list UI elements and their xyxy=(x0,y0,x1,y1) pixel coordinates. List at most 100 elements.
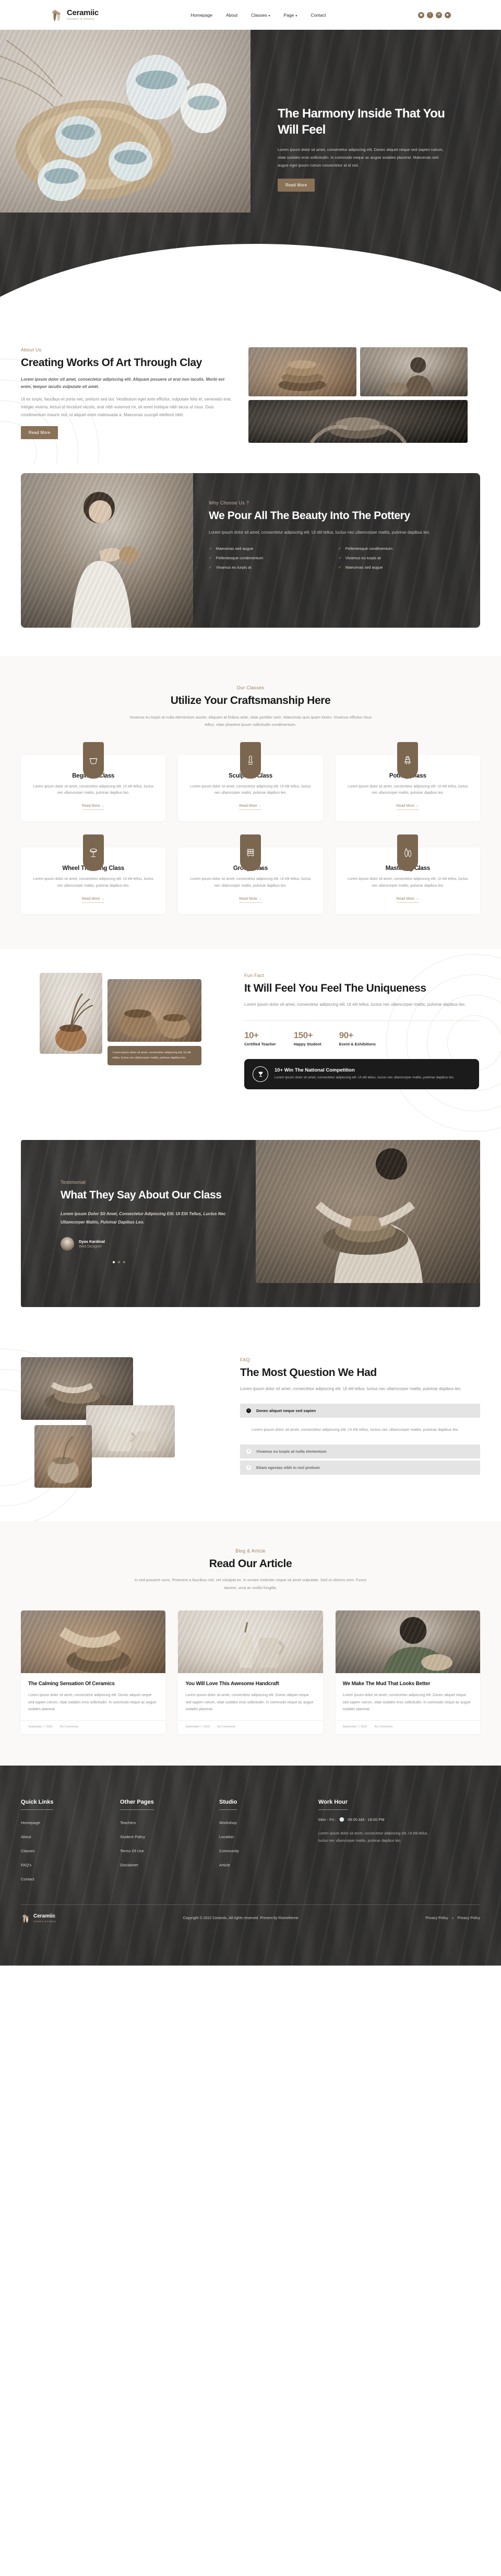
footer-link-article[interactable]: Article xyxy=(219,1863,230,1867)
blog-section: Blog & Article Read Our Article In sed p… xyxy=(0,1521,501,1766)
privacy-policy-link-2[interactable]: Privacy Policy xyxy=(457,1916,480,1920)
fun-fact-image-pots xyxy=(108,979,201,1042)
list-item: ✓ Maecenas sed augue xyxy=(338,564,383,570)
about-text-block: About Us Creating Works Of Art Through C… xyxy=(21,347,235,440)
class-read-more-link[interactable]: Read More → xyxy=(396,897,420,903)
list-item: Homepage xyxy=(21,1817,120,1827)
carousel-dots xyxy=(113,1261,233,1264)
fun-fact-content: Fun Fact It Will Feel You Feel The Uniqu… xyxy=(244,973,479,1090)
footer-link-workshop[interactable]: Workshop xyxy=(219,1820,237,1825)
blog-post-card[interactable]: The Calming Sensation Of Ceramics Lorem … xyxy=(21,1610,166,1735)
site-footer: Quick Links Homepage About Classes FAQ's… xyxy=(0,1766,501,1966)
class-card-text: Lorem ipsum dolor sit amet, consectetur … xyxy=(33,877,154,888)
list-item: Contact xyxy=(21,1874,120,1883)
list-item: Teachers xyxy=(120,1817,219,1827)
carousel-dot-2[interactable] xyxy=(118,1261,120,1264)
why-choose-paragraph: Lorem ipsum dolor sit amet, consectetur … xyxy=(209,530,431,535)
footer-link-student-policy[interactable]: Student Policy xyxy=(120,1834,145,1839)
twitter-icon[interactable]: ✉ xyxy=(436,11,442,18)
footer-link-faqs[interactable]: FAQ's xyxy=(21,1863,31,1867)
footer-heading: Work Hour xyxy=(318,1799,348,1810)
nav-item-homepage[interactable]: Homepage xyxy=(190,13,212,18)
instagram-icon[interactable]: ▣ xyxy=(418,11,424,18)
fun-fact-paragraph: Lorem ipsum dolor sit amet, consectetur … xyxy=(244,1002,466,1007)
class-read-more-link[interactable]: Read More → xyxy=(81,804,105,810)
hero-content: The Harmony Inside That You Will Feel Lo… xyxy=(278,106,450,192)
minus-circle-icon: − xyxy=(246,1408,251,1414)
main-navigation: Homepage About Classes ▾ Page ▾ Contact xyxy=(190,13,326,18)
facebook-icon[interactable]: f xyxy=(427,11,433,18)
footer-column-studio: Studio Workshop Location Community Artic… xyxy=(219,1797,318,1888)
carousel-dot-1[interactable] xyxy=(113,1261,115,1264)
trophy-icon xyxy=(253,1066,268,1083)
faq-question-header[interactable]: + Vivamus eu turpis at nulla elementum xyxy=(240,1444,480,1458)
class-card[interactable]: Pottery Class Lorem ipsum dolor sit amet… xyxy=(335,742,480,822)
fun-fact-image-caption-text: Lorem ipsum dolor sit amet, consectetur … xyxy=(113,1051,191,1060)
faq-question-header[interactable]: − Donec aliquet neque sed sapien xyxy=(240,1404,480,1418)
stats-row: 10+ Certified Teacher 150+ Happy Student… xyxy=(244,1030,479,1046)
footer-link-classes[interactable]: Classes xyxy=(21,1849,35,1853)
blog-post-excerpt: Lorem ipsum dolor sit amet, consectetur … xyxy=(185,1693,314,1711)
brand-name: Ceramiic xyxy=(67,8,99,17)
class-card[interactable]: Group Class Lorem ipsum dolor sit amet, … xyxy=(178,834,323,915)
privacy-policy-link-1[interactable]: Privacy Policy xyxy=(425,1916,448,1920)
footer-link-disclaimer[interactable]: Disclaimer xyxy=(120,1863,138,1867)
class-card[interactable]: Sculpture Class Lorem ipsum dolor sit am… xyxy=(178,742,323,822)
footer-link-terms-of-use[interactable]: Terms Of Use xyxy=(120,1849,144,1853)
footer-link-community[interactable]: Community xyxy=(219,1849,239,1853)
faq-question: Vivamus eu turpis at nulla elementum xyxy=(256,1449,327,1454)
faq-image-vase xyxy=(34,1425,92,1488)
carousel-dot-3[interactable] xyxy=(123,1261,125,1264)
hero-title: The Harmony Inside That You Will Feel xyxy=(278,107,445,137)
footer-link-teachers[interactable]: Teachers xyxy=(120,1820,136,1825)
nav-item-classes[interactable]: Classes ▾ xyxy=(251,13,270,18)
blog-post-card[interactable]: We Make The Mud That Looks Better Lorem … xyxy=(335,1610,480,1735)
footer-link-location[interactable]: Location xyxy=(219,1834,234,1839)
class-card[interactable]: Wheel Throwing Class Lorem ipsum dolor s… xyxy=(21,834,166,915)
about-read-more-button[interactable]: Read More xyxy=(21,426,58,440)
nav-item-about[interactable]: About xyxy=(226,13,237,18)
award-card: 10+ Win The National Competition Lorem i… xyxy=(244,1059,479,1090)
arrow-right-icon: → xyxy=(258,804,262,808)
work-hour-time: 09:00 AM - 18:00 PM xyxy=(348,1817,385,1822)
hero-section: The Harmony Inside That You Will Feel Lo… xyxy=(0,30,501,307)
nav-item-page[interactable]: Page ▾ xyxy=(283,13,297,18)
list-item: ✓ Vivamus eu turpis at xyxy=(338,555,381,560)
footer-link-homepage[interactable]: Homepage xyxy=(21,1820,40,1825)
about-eyebrow: About Us xyxy=(21,347,42,352)
class-read-more-link[interactable]: Read More → xyxy=(81,897,105,903)
footer-link-contact[interactable]: Contact xyxy=(21,1877,34,1881)
check-icon: ✓ xyxy=(338,546,342,551)
blog-post-card[interactable]: You Will Love This Awesome Handcraft Lor… xyxy=(178,1610,323,1735)
blog-post-meta: September 7, 2022 No Comments xyxy=(21,1720,166,1734)
class-card-text: Lorem ipsum dolor sit amet, consectetur … xyxy=(33,784,154,795)
faq-question-header[interactable]: + Etiam egestas nibh in nisl pretium xyxy=(240,1460,480,1475)
footer-column-work-hour: Work Hour Mon - Fri : 🕔 09:00 AM - 18:00… xyxy=(318,1797,475,1888)
faq-question: Etiam egestas nibh in nisl pretium xyxy=(256,1465,320,1470)
class-card[interactable]: Mastering Class Lorem ipsum dolor sit am… xyxy=(335,834,480,915)
footer-brand-logo[interactable]: Ceramiic Ceramic & Pottery xyxy=(21,1913,56,1923)
class-read-more-link[interactable]: Read More → xyxy=(396,804,420,810)
faq-question: Donec aliquet neque sed sapien xyxy=(256,1408,316,1414)
site-header: Ceramiic Ceramic & Pottery Homepage Abou… xyxy=(0,0,501,30)
fun-fact-eyebrow: Fun Fact xyxy=(244,973,264,979)
hero-paragraph: Lorem ipsum dolor sit amet, consectetur … xyxy=(278,147,444,168)
youtube-icon[interactable]: ▶ xyxy=(445,11,451,18)
class-read-more-link[interactable]: Read More → xyxy=(239,897,262,903)
list-item: ✓ Pellentesque condimentum xyxy=(338,546,393,551)
arrow-right-icon: → xyxy=(101,897,105,901)
pottery-vases-icon xyxy=(50,8,64,22)
class-read-more-link[interactable]: Read More → xyxy=(239,804,262,810)
footer-link-about[interactable]: About xyxy=(21,1834,31,1839)
hero-read-more-button[interactable]: Read More xyxy=(278,179,315,192)
brand-logo[interactable]: Ceramiic Ceramic & Pottery xyxy=(50,8,99,22)
list-item: Classes xyxy=(21,1845,120,1855)
footer-brand-tagline: Ceramic & Pottery xyxy=(33,1920,56,1923)
stat-item: 150+ Happy Student xyxy=(294,1030,321,1046)
class-card[interactable]: Beginner Class Lorem ipsum dolor sit ame… xyxy=(21,742,166,822)
faq-accordion: − Donec aliquet neque sed sapien Lorem i… xyxy=(240,1404,480,1475)
why-choose-title: We Pour All The Beauty Into The Pottery xyxy=(209,510,410,522)
blog-post-grid: The Calming Sensation Of Ceramics Lorem … xyxy=(21,1610,480,1735)
check-icon: ✓ xyxy=(338,564,342,570)
nav-item-contact[interactable]: Contact xyxy=(311,13,326,18)
